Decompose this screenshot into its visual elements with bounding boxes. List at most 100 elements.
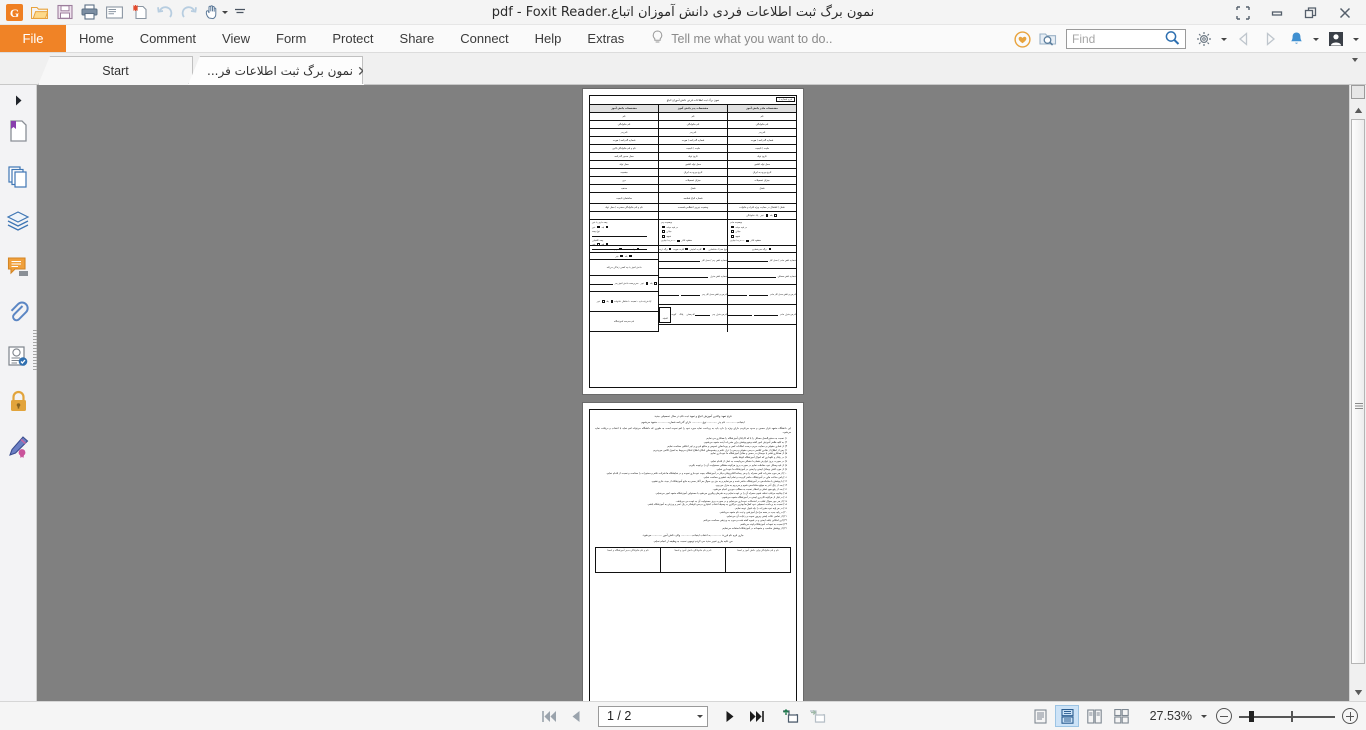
label: بیمه داری یا خیر [592,221,608,224]
scroll-up-icon[interactable] [1350,102,1366,119]
gear-icon[interactable] [1192,27,1216,51]
lock-icon [8,390,29,416]
scrollbar-thumb[interactable] [1351,119,1365,664]
cell: ملیت / تابعیت [686,147,700,150]
avatar[interactable] [1324,27,1348,51]
last-page-button[interactable] [746,705,768,727]
window-controls [1226,0,1362,25]
cell: نام [760,115,764,118]
create-pdf-icon[interactable] [127,1,152,24]
chevron-down-icon[interactable] [697,714,703,718]
forward-icon[interactable] [1258,27,1282,51]
gear-dropdown-icon[interactable] [1218,27,1230,51]
continuous-facing-mode-button[interactable] [1109,705,1133,727]
hand-tool-icon[interactable] [202,1,222,24]
email-icon[interactable] [102,1,127,24]
mother-phone: شماره تلفن مادر / محل کار [728,253,796,269]
menu-help[interactable]: Help [522,25,575,52]
layers-icon [6,210,30,235]
sidebar-item-security[interactable] [0,380,37,425]
fullscreen-icon[interactable] [1226,1,1260,25]
zoom-slider-thumb[interactable] [1249,711,1254,722]
close-icon[interactable] [1328,1,1362,25]
menu-protect[interactable]: Protect [319,25,386,52]
sidebar-item-digital-signatures[interactable] [0,425,37,470]
document-viewport[interactable]: نمون برگ ثبت اطلاعات فردی دانش آموزان ات… [37,85,1349,701]
menu-comment[interactable]: Comment [127,25,209,52]
menu-view[interactable]: View [209,25,263,52]
label: سرپرست دانش آموز پدر [614,282,639,285]
digital-signature-icon [7,435,30,461]
single-page-mode-button[interactable] [1028,705,1052,727]
search-icon[interactable] [1164,30,1181,49]
sidebar-item-bookmarks[interactable] [0,110,37,155]
form-col-mother: نام نام خانوادگی نام پدر شماره گذرنامه /… [727,113,796,332]
back-icon[interactable] [1232,27,1256,51]
restore-icon[interactable] [1294,1,1328,25]
facing-mode-button[interactable] [1082,705,1106,727]
next-page-button[interactable] [719,705,741,727]
sidebar-item-attachments[interactable] [0,290,37,335]
split-view-handle[interactable] [1351,85,1365,99]
expand-panel-icon[interactable] [0,90,36,110]
zoom-out-button[interactable] [1216,708,1232,724]
cell: شغل [690,187,696,190]
minimize-icon[interactable] [1260,1,1294,25]
pdf-page-1[interactable]: نمون برگ ثبت اطلاعات فردی دانش آموزان ات… [583,89,803,394]
form-button[interactable]: کمیته [663,317,668,320]
sidebar-item-layers[interactable] [0,200,37,245]
avatar-dropdown-icon[interactable] [1350,27,1362,51]
tab-start[interactable]: Start [38,56,193,85]
scroll-down-icon[interactable] [1350,684,1366,701]
notification-bell-icon[interactable] [1284,27,1308,51]
find-input[interactable] [1072,32,1164,46]
zoom-slider[interactable] [1239,708,1335,724]
col-header-student: مشخصات دانش آموز [611,107,637,110]
first-page-button[interactable] [538,705,560,727]
cell: میزان تحصیلات [685,179,701,182]
zoom-in-button[interactable] [1342,708,1358,724]
zoom-dropdown-icon[interactable] [1201,714,1207,718]
customize-toolbar-icon[interactable] [232,1,248,24]
page-number-input[interactable]: 1 / 2 [598,705,708,727]
vertical-scrollbar[interactable] [1349,85,1366,701]
page2-footer-line: جاری فرم نام فرزند ............ به انتخا… [642,533,744,537]
pdf-page-2[interactable]: فرم تعهد والدین آموزش اتباع و تعهد ثبت ن… [583,403,803,701]
sidebar-item-page-thumbnails[interactable] [0,155,37,200]
sidebar-item-stamps[interactable] [0,335,37,380]
close-icon[interactable]: ✕ [353,64,363,78]
page2-footer-line2: من علیه جاری تغییر حدید می کردم توجهی نس… [653,539,733,543]
menu-file[interactable]: File [0,25,66,52]
notification-dropdown-icon[interactable] [1310,27,1322,51]
redo-icon[interactable] [177,1,202,24]
heart-icon[interactable] [1010,27,1034,51]
sidebar-item-comments[interactable] [0,245,37,290]
undo-icon[interactable] [152,1,177,24]
tell-me-search[interactable]: Tell me what you want to do.. [637,25,832,52]
hand-tool-dropdown[interactable] [222,10,232,14]
open-file-icon[interactable] [27,1,52,24]
bookmarks-icon [7,119,29,146]
foxit-reader-window: G نمون برگ ثبت اطلاعات فردی دانش آموزان … [0,0,1366,730]
menu-home[interactable]: Home [66,25,127,52]
save-file-icon[interactable] [52,1,77,24]
menu-share[interactable]: Share [387,25,448,52]
continuous-scroll-mode-button[interactable] [1055,705,1079,727]
print-icon[interactable] [77,1,102,24]
mother-home-phone: شماره تلفن مسکن [728,269,796,285]
menu-form[interactable]: Form [263,25,319,52]
chevron-down-icon[interactable] [1352,58,1358,76]
previous-view-button[interactable] [779,705,801,727]
next-view-button[interactable] [806,705,828,727]
find-box[interactable] [1066,29,1186,49]
label: نوع بیمه [592,230,600,234]
tab-document[interactable]: نمون برگ ثبت اطلاعات فر... ✕ [188,56,363,85]
cell: نام [622,115,626,118]
folder-search-icon[interactable] [1036,27,1060,51]
label: کوچه [671,313,677,316]
foxit-logo-icon[interactable]: G [2,1,27,24]
menu-extras[interactable]: Extras [574,25,637,52]
zoom-slider-tick [1291,711,1293,722]
menu-connect[interactable]: Connect [447,25,521,52]
previous-page-button[interactable] [565,705,587,727]
